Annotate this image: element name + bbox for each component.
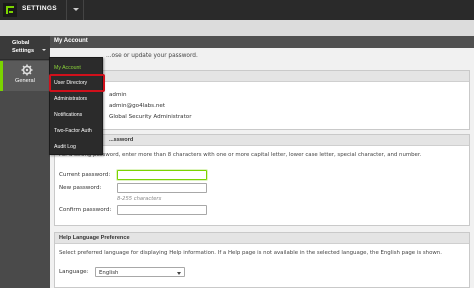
language-select[interactable]: English	[95, 267, 185, 277]
new-password-label: New password:	[59, 185, 102, 191]
page-header: My Account	[50, 36, 474, 48]
main-content: My Account ...ose or update your passwor…	[50, 36, 474, 288]
role-value: Global Security Administrator	[109, 114, 192, 120]
new-password-field[interactable]	[117, 183, 207, 193]
page-title: My Account	[54, 38, 88, 44]
sidebar-header-line1: Global	[12, 40, 30, 46]
menu-item-administrators[interactable]: Administrators	[50, 91, 104, 107]
sidebar-item-label: General	[15, 78, 35, 84]
current-password-label: Current password:	[59, 172, 111, 178]
panel-header: Help Language Preference	[55, 233, 469, 244]
global-settings-menu: My Account User Directory Administrators…	[49, 57, 105, 155]
help-language-title: Help Language Preference	[59, 235, 130, 241]
language-selected-value: English	[99, 269, 119, 276]
password-panel-title: ...ssword	[109, 137, 134, 143]
chevron-down-icon	[42, 49, 46, 51]
app-switcher-dropdown[interactable]	[66, 0, 84, 20]
sidebar-header-line2: Settings	[12, 48, 35, 54]
menu-item-notifications[interactable]: Notifications	[50, 107, 104, 123]
sidebar-item-general[interactable]: General	[0, 61, 50, 91]
app-title: SETTINGS	[22, 5, 57, 12]
help-language-note: Select preferred language for displaying…	[59, 250, 442, 256]
current-password-field[interactable]	[117, 170, 207, 180]
header-strip	[0, 20, 474, 36]
app-logo-icon	[3, 3, 17, 17]
top-bar: SETTINGS	[0, 0, 474, 20]
confirm-password-label: Confirm password:	[59, 207, 112, 213]
menu-item-two-factor-auth[interactable]: Two-Factor Auth	[50, 123, 104, 139]
language-label: Language:	[59, 269, 89, 275]
panel-header: ...ssword	[55, 135, 469, 146]
intro-text: ...ose or update your password.	[106, 53, 198, 59]
confirm-password-field[interactable]	[117, 205, 207, 215]
username-value: admin	[109, 92, 127, 98]
help-language-panel: Help Language Preference Select preferre…	[54, 232, 470, 288]
password-note: For a strong password, enter more than 8…	[59, 152, 422, 158]
global-settings-header[interactable]: Global Settings	[0, 36, 50, 60]
chevron-down-icon	[177, 271, 181, 275]
gear-icon	[21, 64, 33, 76]
chevron-down-icon	[73, 8, 79, 11]
password-length-hint: 8-255 characters	[117, 196, 162, 202]
password-panel: ...ssword For a strong password, enter m…	[54, 134, 470, 226]
menu-item-audit-log[interactable]: Audit Log	[50, 139, 104, 155]
sidebar: Global Settings General	[0, 36, 50, 288]
menu-item-my-account[interactable]: My Account	[50, 60, 104, 76]
account-info-panel: admin admin@go4labs.net Global Security …	[54, 70, 470, 130]
panel-header	[55, 71, 469, 82]
menu-item-user-directory[interactable]: User Directory	[49, 74, 105, 92]
email-value: admin@go4labs.net	[109, 103, 166, 109]
